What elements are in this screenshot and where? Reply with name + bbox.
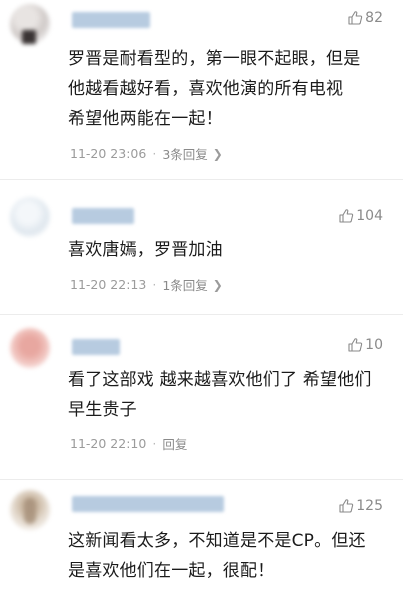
like-count: 10: [365, 337, 383, 353]
username[interactable]: [72, 12, 150, 28]
timestamp: 11-20 22:10: [70, 436, 147, 451]
username[interactable]: [72, 496, 224, 512]
username[interactable]: [72, 339, 120, 355]
reply-count: 1条回复: [162, 278, 208, 293]
reply-count: 3条回复: [162, 147, 208, 162]
separator-dot: ·: [152, 436, 157, 451]
comment-item: 125 这新闻看太多，不知道是不是CP。但还 是喜欢他们在一起，很配！: [0, 480, 403, 599]
thumbs-up-icon: [339, 209, 354, 223]
like-button[interactable]: 82: [347, 10, 383, 26]
comment-line: 希望他两能在一起！: [68, 109, 223, 129]
like-count: 104: [356, 208, 383, 224]
comment-item: 10 看了这部戏 越来越喜欢他们了 希望他们 早生贵子 11-20 22:10 …: [0, 315, 403, 480]
comment-meta: 11-20 23:06 · 3条回复 ❯: [70, 144, 223, 163]
reply-link[interactable]: 3条回复 ❯: [162, 144, 223, 163]
reply-button[interactable]: 回复: [162, 434, 187, 453]
comment-text: 这新闻看太多，不知道是不是CP。但还 是喜欢他们在一起，很配！: [68, 526, 391, 586]
reply-link[interactable]: 1条回复 ❯: [162, 275, 223, 294]
separator-dot: ·: [152, 277, 157, 292]
comment-line: 罗晋是耐看型的，第一眼不起眼，但是: [68, 49, 361, 69]
chevron-right-icon: ❯: [212, 277, 223, 292]
avatar[interactable]: [10, 4, 50, 44]
avatar[interactable]: [10, 197, 50, 237]
comment-line: 喜欢唐嫣，罗晋加油: [68, 240, 223, 260]
comment-line: 早生贵子: [68, 400, 137, 420]
timestamp: 11-20 22:13: [70, 277, 147, 292]
like-button[interactable]: 125: [338, 498, 383, 514]
thumbs-up-icon: [339, 499, 354, 513]
comment-line: 看了这部戏 越来越喜欢他们了 希望他们: [68, 370, 372, 390]
comment-line: 这新闻看太多，不知道是不是CP。但还: [68, 531, 366, 551]
comment-line: 是喜欢他们在一起，很配！: [68, 561, 275, 581]
like-button[interactable]: 10: [347, 337, 383, 353]
avatar[interactable]: [10, 328, 50, 368]
comment-text: 看了这部戏 越来越喜欢他们了 希望他们 早生贵子: [68, 365, 391, 425]
comment-text: 罗晋是耐看型的，第一眼不起眼，但是 他越看越好看，喜欢他演的所有电视 希望他两能…: [68, 44, 391, 134]
separator-dot: ·: [152, 146, 157, 161]
comment-item: 82 罗晋是耐看型的，第一眼不起眼，但是 他越看越好看，喜欢他演的所有电视 希望…: [0, 0, 403, 180]
thumbs-up-icon: [348, 338, 363, 352]
avatar[interactable]: [10, 490, 50, 530]
timestamp: 11-20 23:06: [70, 146, 147, 161]
like-button[interactable]: 104: [338, 208, 383, 224]
comment-line: 他越看越好看，喜欢他演的所有电视: [68, 79, 344, 99]
reply-label: 回复: [162, 437, 188, 452]
thumbs-up-icon: [348, 11, 363, 25]
username[interactable]: [72, 208, 134, 224]
comment-item: 104 喜欢唐嫣，罗晋加油 11-20 22:13 · 1条回复 ❯: [0, 180, 403, 315]
chevron-right-icon: ❯: [212, 146, 223, 161]
comment-text: 喜欢唐嫣，罗晋加油: [68, 235, 391, 265]
like-count: 125: [356, 498, 383, 514]
comment-meta: 11-20 22:13 · 1条回复 ❯: [70, 275, 223, 294]
like-count: 82: [365, 10, 383, 26]
comment-meta: 11-20 22:10 · 回复: [70, 434, 187, 453]
